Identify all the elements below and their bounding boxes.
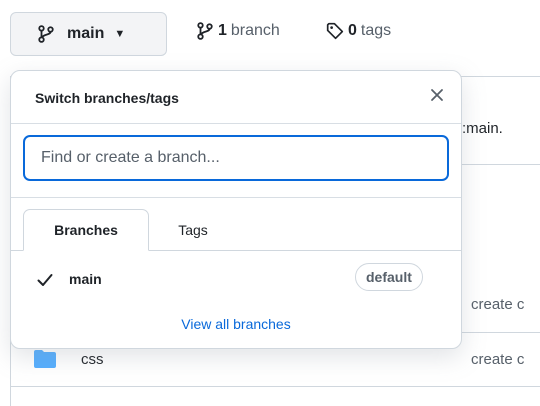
branch-switcher-dropdown: Switch branches/tags Branches Tags main …	[10, 70, 462, 349]
fork-status-text: :main.	[462, 120, 503, 137]
caret-down-icon: ▼	[114, 28, 126, 40]
commit-message[interactable]: create c	[471, 296, 524, 313]
default-badge: default	[355, 263, 423, 291]
folder-icon	[34, 350, 56, 368]
dropdown-title: Switch branches/tags	[35, 90, 179, 106]
commit-message[interactable]: create c	[471, 351, 524, 368]
current-branch-label: main	[67, 25, 105, 42]
divider	[10, 386, 540, 387]
tab-tags[interactable]: Tags	[161, 209, 225, 250]
branches-link[interactable]: 1 branch	[196, 22, 280, 40]
branch-list-item[interactable]: main default	[11, 259, 461, 299]
git-branch-icon	[38, 25, 54, 43]
tab-label: Branches	[54, 222, 118, 238]
view-all-branches-link[interactable]: View all branches	[11, 316, 461, 332]
tags-link[interactable]: 0 tags	[326, 22, 391, 40]
git-branch-icon	[197, 22, 213, 40]
tags-label: tags	[360, 22, 392, 39]
tags-count: 0	[348, 22, 357, 39]
branches-label: branch	[230, 22, 280, 39]
close-icon[interactable]	[427, 85, 447, 105]
dropdown-header: Switch branches/tags	[11, 71, 461, 124]
dropdown-search-area	[11, 123, 461, 198]
check-icon	[37, 274, 53, 286]
branches-count: 1	[218, 22, 227, 39]
dropdown-tabs: Branches Tags	[11, 209, 461, 251]
folder-name[interactable]: css	[81, 351, 104, 368]
branch-name: main	[69, 271, 102, 287]
tab-label: Tags	[178, 221, 208, 238]
tab-branches[interactable]: Branches	[23, 209, 149, 251]
branch-search-input[interactable]	[23, 135, 449, 181]
tag-icon	[326, 22, 344, 40]
branch-selector-button[interactable]: main ▼	[10, 12, 167, 56]
